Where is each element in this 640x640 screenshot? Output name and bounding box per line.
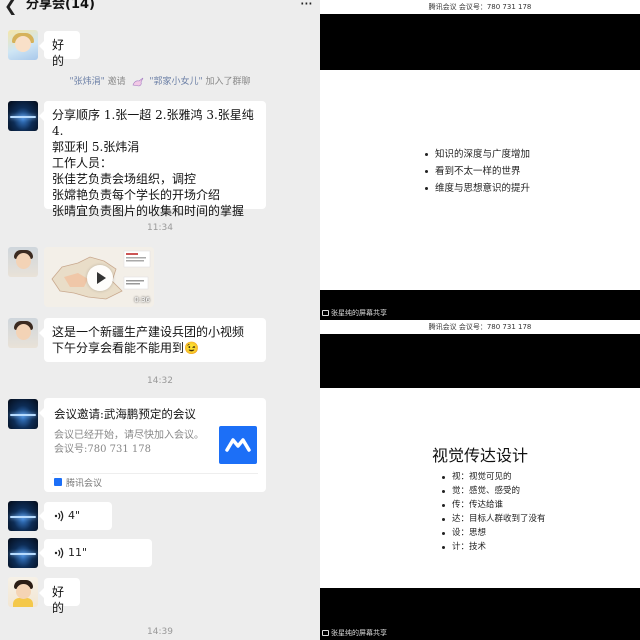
screen-share-icon [322, 310, 329, 316]
meeting-invite-card[interactable]: 会议邀请:武海鹏预定的会议 会议已经开始，请尽快加入会议。 会议号:780 73… [39, 398, 266, 492]
chat-panel: ❮ 分享会(14) ··· 好的 "张炜涓" 邀请 "郭家小女儿" 加入了群聊 … [0, 0, 320, 640]
meeting-title: 会议邀请:武海鹏预定的会议 [54, 407, 196, 421]
join-suffix: 加入了群聊 [205, 77, 251, 87]
video-message[interactable]: 0:36 [44, 247, 154, 307]
timestamp: 11:34 [147, 223, 173, 233]
voice-message[interactable]: 11" [39, 539, 152, 567]
avatar[interactable] [8, 538, 38, 568]
message-line: 张佳艺负责会场组织，调控 [52, 172, 197, 186]
invitee-name[interactable]: "郭家小女儿" [149, 77, 202, 87]
slide-bullet: 看到不太一样的世界 [425, 163, 530, 180]
message-text: 好的 [52, 38, 65, 68]
tencent-meeting-small-icon [54, 478, 62, 486]
slide-bullet: 传：传达给谁 [442, 498, 546, 512]
screen-share-icon [322, 630, 329, 636]
slide-bullet: 维度与思想意识的提升 [425, 180, 530, 197]
timestamp: 14:39 [147, 627, 173, 637]
voice-duration: 4" [68, 509, 81, 522]
invite-verb: 邀请 [107, 77, 126, 87]
tencent-meeting-logo-icon [219, 426, 257, 464]
meeting-status: 会议已经开始，请尽快加入会议。 [54, 430, 204, 441]
slide-bullet-list: 视：视觉可见的 觉：感觉、感受的 传：传达给谁 达：目标人群收到了没有 设：思想… [442, 470, 546, 554]
divider [52, 473, 258, 474]
more-dots-icon[interactable]: ··· [300, 0, 313, 13]
message-line: 分享顺序 1.张一超 2.张雅鸿 3.张星纯 4. [52, 108, 254, 138]
video-duration: 0:36 [134, 296, 150, 304]
screen-share-name: 张星纯的屏幕共享 [331, 629, 387, 637]
avatar[interactable] [8, 30, 38, 60]
slide-bullet: 达：目标人群收到了没有 [442, 512, 546, 526]
message-bubble[interactable]: 这是一个新疆生产建设兵团的小视频 下午分享会看能不能用到😉 [39, 318, 266, 362]
slide-bullet: 设：思想 [442, 526, 546, 540]
chat-header: ❮ 分享会(14) ··· [0, 0, 320, 16]
message-line: 张嫦艳负责每个学长的开场介绍 [52, 188, 221, 202]
message-line: 工作人员： [52, 156, 113, 170]
avatar[interactable] [8, 247, 38, 277]
screenshot-root: ❮ 分享会(14) ··· 好的 "张炜涓" 邀请 "郭家小女儿" 加入了群聊 … [0, 0, 640, 640]
voice-duration: 11" [68, 546, 88, 559]
message-line: 郭亚利 5.张炜涓 [52, 140, 140, 154]
avatar[interactable] [8, 577, 38, 607]
meeting-source: 腾讯会议 [66, 479, 103, 489]
play-icon[interactable] [87, 265, 113, 291]
meeting-id: 会议号:780 731 178 [54, 444, 151, 455]
chevron-left-icon[interactable]: ❮ [4, 0, 17, 14]
slide-bullet: 视：视觉可见的 [442, 470, 546, 484]
message-bubble[interactable]: 分享顺序 1.张一超 2.张雅鸿 3.张星纯 4. 郭亚利 5.张炜涓 工作人员… [39, 101, 266, 218]
screen-share-panel: 腾讯会议 会议号：780 731 178 知识的深度与广度增加 看到不太一样的世… [320, 0, 640, 640]
shared-slide-1: 腾讯会议 会议号：780 731 178 知识的深度与广度增加 看到不太一样的世… [320, 0, 640, 320]
slide-bullet-list: 知识的深度与广度增加 看到不太一样的世界 维度与思想意识的提升 [425, 146, 530, 197]
meeting-id-bar: 腾讯会议 会议号：780 731 178 [320, 0, 640, 14]
message-line: 张晴宜负责图片的收集和时间的掌握 [52, 204, 245, 218]
slide-bullet: 觉：感觉、感受的 [442, 484, 546, 498]
wink-emoji-icon: 😉 [184, 341, 199, 355]
avatar[interactable] [8, 318, 38, 348]
screen-share-label: 张星纯的屏幕共享 [322, 628, 387, 638]
screen-share-name: 张星纯的屏幕共享 [331, 309, 387, 317]
message-text: 好的 [52, 585, 65, 615]
meeting-id-bar: 腾讯会议 会议号：780 731 178 [320, 320, 640, 334]
voice-wave-icon [54, 547, 64, 559]
avatar[interactable] [8, 501, 38, 531]
message-line: 下午分享会看能不能用到 [52, 341, 185, 355]
message-line: 这是一个新疆生产建设兵团的小视频 [52, 325, 245, 339]
system-notice: "张炜涓" 邀请 "郭家小女儿" 加入了群聊 [0, 74, 320, 87]
voice-message[interactable]: 4" [39, 502, 112, 530]
slide-bullet: 知识的深度与广度增加 [425, 146, 530, 163]
slide-title: 视觉传达设计 [431, 446, 528, 465]
message-bubble[interactable]: 好的 [39, 578, 80, 615]
screen-share-label: 张星纯的屏幕共享 [322, 308, 387, 318]
voice-wave-icon [54, 510, 64, 522]
message-bubble[interactable]: 好的 [39, 31, 80, 68]
unicorn-icon [132, 77, 143, 86]
chat-title: 分享会(14) [26, 0, 95, 12]
avatar[interactable] [8, 399, 38, 429]
slide-bullet: 计：技术 [442, 540, 546, 554]
timestamp: 14:32 [147, 376, 173, 386]
avatar[interactable] [8, 101, 38, 131]
inviter-name[interactable]: "张炜涓" [69, 77, 104, 87]
